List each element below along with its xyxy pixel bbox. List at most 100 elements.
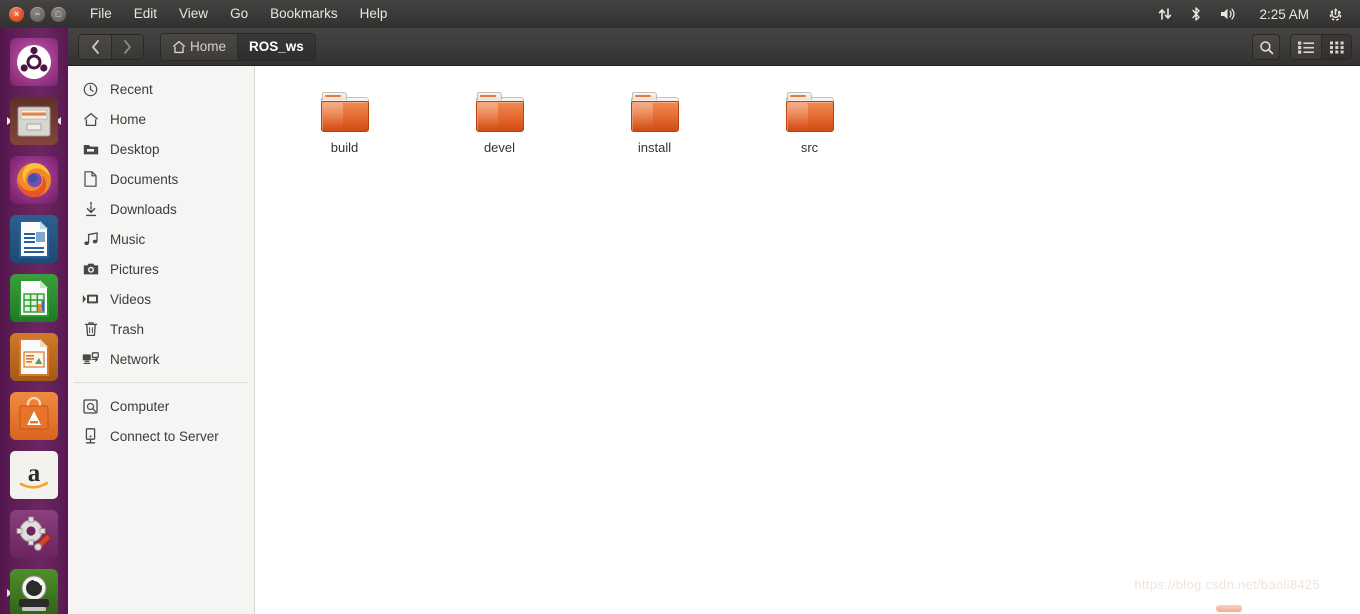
file-label: src — [800, 140, 819, 155]
list-view-icon — [1298, 41, 1314, 54]
unity-launcher: a — [0, 28, 68, 614]
sidebar-item-label: Downloads — [110, 201, 177, 217]
sidebar-item-home[interactable]: Home — [68, 104, 254, 134]
search-button[interactable] — [1252, 34, 1280, 60]
volume-icon[interactable] — [1211, 6, 1245, 22]
menu-bookmarks[interactable]: Bookmarks — [259, 3, 349, 25]
download-icon — [82, 201, 99, 218]
firefox-icon — [17, 163, 51, 197]
folder-icon — [630, 92, 679, 132]
ubuntu-software-icon — [19, 397, 49, 430]
sidebar-item-connect-to-server[interactable]: Connect to Server — [68, 421, 254, 451]
file-list-view[interactable]: build devel install src https://blog.csd… — [255, 66, 1360, 614]
places-sidebar: Recent Home Desktop Documents Downloads … — [68, 66, 255, 614]
amazon-icon: a — [19, 460, 49, 489]
system-settings-icon — [16, 516, 52, 551]
maximize-window-button[interactable]: □ — [51, 6, 66, 22]
session-gear-power-icon[interactable] — [1319, 6, 1352, 23]
sidebar-item-label: Network — [110, 351, 160, 367]
desktop-folder-icon — [82, 141, 99, 158]
navigation-buttons — [78, 33, 144, 60]
maximize-icon: □ — [55, 8, 62, 19]
watermark: https://blog.csdn.net/baoli8425 — [1134, 577, 1320, 592]
bluetooth-icon[interactable] — [1181, 6, 1211, 22]
sidebar-item-videos[interactable]: Videos — [68, 284, 254, 314]
sidebar-item-label: Music — [110, 231, 146, 247]
sidebar-item-recent[interactable]: Recent — [68, 74, 254, 104]
files-icon — [17, 106, 51, 137]
menu-bar: File Edit View Go Bookmarks Help — [79, 3, 398, 25]
desktop-root: × − □ File Edit View Go Bookmarks Help 2… — [0, 0, 1360, 614]
launcher-item-software-updater[interactable] — [7, 566, 61, 614]
grid-view-button[interactable] — [1321, 35, 1351, 59]
file-item-devel[interactable]: devel — [422, 88, 577, 155]
sidebar-item-pictures[interactable]: Pictures — [68, 254, 254, 284]
launcher-item-firefox[interactable] — [7, 153, 61, 207]
computer-icon — [82, 398, 99, 415]
folder-icon — [475, 92, 524, 132]
top-panel: × − □ File Edit View Go Bookmarks Help 2… — [0, 0, 1360, 28]
libreoffice-writer-icon — [19, 220, 49, 258]
forward-button[interactable] — [111, 34, 143, 59]
chevron-left-icon — [91, 39, 99, 54]
file-item-build[interactable]: build — [267, 88, 422, 155]
menu-edit[interactable]: Edit — [123, 3, 168, 25]
system-tray: 2:25 AM — [1149, 0, 1360, 28]
file-item-install[interactable]: install — [577, 88, 732, 155]
close-window-button[interactable]: × — [9, 6, 24, 22]
search-icon — [1259, 40, 1273, 54]
sidebar-item-documents[interactable]: Documents — [68, 164, 254, 194]
svg-text:a: a — [28, 460, 41, 487]
sidebar-item-label: Documents — [110, 171, 179, 187]
sidebar-item-desktop[interactable]: Desktop — [68, 134, 254, 164]
list-view-button[interactable] — [1291, 35, 1321, 59]
sidebar-item-label: Recent — [110, 81, 153, 97]
file-label: build — [330, 140, 359, 155]
menu-go[interactable]: Go — [219, 3, 259, 25]
camera-icon — [82, 261, 99, 278]
sidebar-item-computer[interactable]: Computer — [68, 391, 254, 421]
sidebar-item-label: Pictures — [110, 261, 159, 277]
breadcrumb-item-home[interactable]: Home — [161, 33, 238, 60]
clock[interactable]: 2:25 AM — [1245, 7, 1319, 22]
sidebar-item-network[interactable]: Network — [68, 344, 254, 374]
chevron-right-icon — [124, 39, 131, 54]
launcher-item-amazon[interactable]: a — [7, 448, 61, 502]
launcher-item-libreoffice-impress[interactable] — [7, 330, 61, 384]
video-icon — [82, 291, 99, 308]
home-icon — [172, 40, 186, 53]
menu-help[interactable]: Help — [349, 3, 399, 25]
launcher-item-ubuntu-dash[interactable] — [7, 35, 61, 89]
folder-icon — [320, 92, 369, 132]
server-icon — [82, 428, 99, 445]
minimize-window-button[interactable]: − — [30, 6, 45, 22]
launcher-item-libreoffice-calc[interactable] — [7, 271, 61, 325]
clock-icon — [82, 81, 99, 98]
network-updown-icon[interactable] — [1149, 6, 1181, 22]
file-manager-body: Recent Home Desktop Documents Downloads … — [68, 66, 1360, 614]
file-item-src[interactable]: src — [732, 88, 887, 155]
trash-icon — [82, 321, 99, 338]
software-updater-icon — [19, 575, 49, 611]
launcher-item-files[interactable] — [7, 94, 61, 148]
back-button[interactable] — [79, 34, 111, 59]
sidebar-item-music[interactable]: Music — [68, 224, 254, 254]
libreoffice-calc-icon — [19, 279, 49, 317]
breadcrumb-item-ros-ws[interactable]: ROS_ws — [237, 33, 315, 60]
launcher-item-ubuntu-software[interactable] — [7, 389, 61, 443]
menu-file[interactable]: File — [79, 3, 123, 25]
sidebar-item-label: Home — [110, 111, 147, 127]
launcher-item-system-settings[interactable] — [7, 507, 61, 561]
menu-view[interactable]: View — [168, 3, 219, 25]
view-mode-toggle — [1290, 34, 1352, 60]
window-controls: × − □ — [0, 6, 66, 22]
document-icon — [82, 171, 99, 188]
sidebar-item-downloads[interactable]: Downloads — [68, 194, 254, 224]
file-label: devel — [483, 140, 516, 155]
sidebar-item-trash[interactable]: Trash — [68, 314, 254, 344]
toolbar-right-controls — [1252, 28, 1352, 66]
music-note-icon — [82, 231, 99, 248]
network-icon — [82, 351, 99, 368]
minimize-icon: − — [34, 8, 41, 19]
launcher-item-libreoffice-writer[interactable] — [7, 212, 61, 266]
